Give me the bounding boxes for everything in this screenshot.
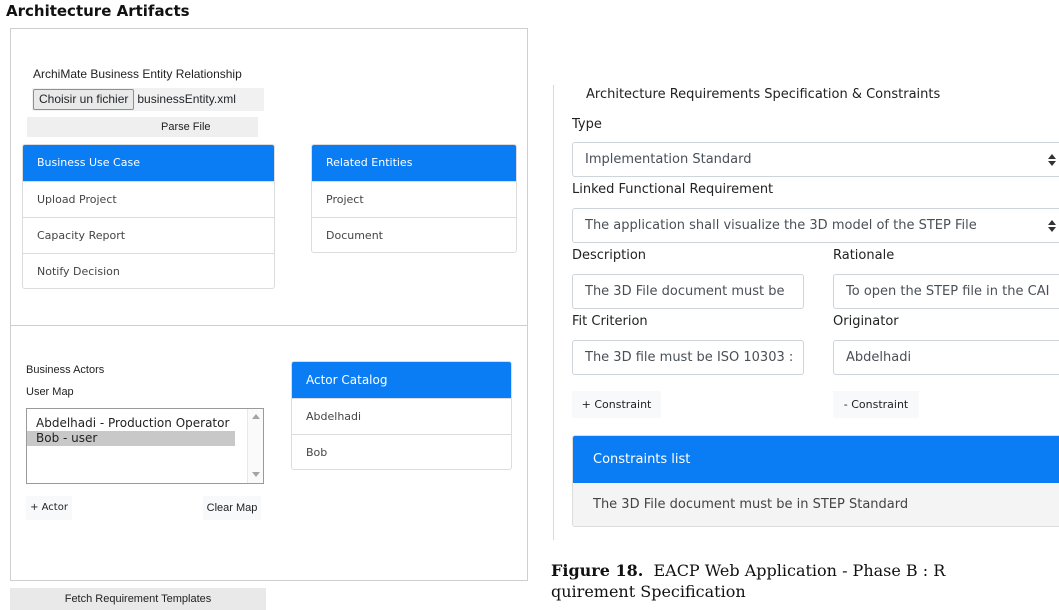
user-map-label: User Map bbox=[26, 386, 74, 398]
type-select-value: Implementation Standard bbox=[585, 152, 752, 167]
fit-criterion-input[interactable]: The 3D file must be ISO 10303 : bbox=[572, 340, 804, 375]
user-map-scrollbar[interactable] bbox=[247, 409, 263, 483]
add-constraint-button[interactable]: + Constraint bbox=[572, 391, 661, 418]
fit-criterion-label: Fit Criterion bbox=[572, 314, 648, 329]
page-title: Architecture Artifacts bbox=[6, 2, 190, 20]
linked-requirement-label: Linked Functional Requirement bbox=[572, 182, 774, 197]
constraints-list-header: Constraints list bbox=[573, 436, 1059, 483]
business-actors-label: Business Actors bbox=[26, 364, 105, 376]
originator-label: Originator bbox=[833, 314, 899, 329]
figure-caption: Figure 18. EACP Web Application - Phase … bbox=[551, 560, 945, 602]
use-case-item[interactable]: Upload Project bbox=[23, 181, 274, 217]
parse-file-button[interactable]: Parse File bbox=[27, 117, 258, 137]
figure-caption-text-2: quirement Specification bbox=[551, 582, 746, 601]
type-label: Type bbox=[572, 117, 602, 132]
use-case-item[interactable]: Capacity Report bbox=[23, 217, 274, 253]
file-name: businessEntity.xml bbox=[137, 92, 236, 106]
user-map-option[interactable]: Abdelhadi - Production Operator bbox=[27, 416, 263, 431]
select-updown-icon bbox=[1048, 220, 1056, 232]
remove-constraint-button[interactable]: - Constraint bbox=[833, 391, 919, 418]
constraints-list: Constraints list The 3D File document mu… bbox=[572, 435, 1059, 527]
requirements-section-title: Architecture Requirements Specification … bbox=[586, 87, 941, 102]
rationale-label: Rationale bbox=[833, 248, 895, 263]
type-select[interactable]: Implementation Standard bbox=[572, 142, 1059, 177]
actor-catalog-item[interactable]: Bob bbox=[292, 434, 511, 469]
linked-requirement-select[interactable]: The application shall visualize the 3D m… bbox=[572, 208, 1059, 243]
choose-file-button[interactable]: Choisir un fichier bbox=[33, 89, 135, 110]
related-entity-item[interactable]: Project bbox=[312, 181, 516, 217]
clear-map-button[interactable]: Clear Map bbox=[203, 496, 261, 520]
scroll-up-icon[interactable] bbox=[252, 414, 260, 419]
related-entity-item[interactable]: Document bbox=[312, 217, 516, 252]
user-map-option-selected[interactable]: Bob - user bbox=[27, 431, 235, 446]
scroll-down-icon[interactable] bbox=[252, 472, 260, 477]
entity-label: ArchiMate Business Entity Relationship bbox=[33, 67, 242, 81]
fetch-requirement-templates-button[interactable]: Fetch Requirement Templates bbox=[10, 588, 266, 610]
description-label: Description bbox=[572, 248, 647, 263]
actor-catalog-item[interactable]: Abdelhadi bbox=[292, 398, 511, 434]
select-updown-icon bbox=[1048, 154, 1056, 166]
actor-catalog-list: Actor Catalog Abdelhadi Bob bbox=[291, 361, 512, 470]
related-entities-list: Related Entities Project Document bbox=[311, 144, 517, 253]
rationale-input[interactable]: To open the STEP file in the CAI bbox=[833, 274, 1059, 309]
related-entities-header: Related Entities bbox=[312, 145, 516, 181]
use-case-item[interactable]: Notify Decision bbox=[23, 253, 274, 288]
actor-catalog-header: Actor Catalog bbox=[292, 362, 511, 398]
originator-input[interactable]: Abdelhadi bbox=[833, 340, 1059, 375]
linked-requirement-value: The application shall visualize the 3D m… bbox=[585, 218, 977, 233]
constraint-item[interactable]: The 3D File document must be in STEP Sta… bbox=[573, 483, 1059, 526]
figure-label: Figure 18. bbox=[551, 561, 644, 580]
add-actor-button[interactable]: + Actor bbox=[26, 496, 72, 520]
description-input[interactable]: The 3D File document must be bbox=[572, 274, 804, 309]
use-case-list: Business Use Case Upload Project Capacit… bbox=[22, 144, 275, 289]
figure-caption-text: EACP Web Application - Phase B : R bbox=[653, 561, 946, 580]
user-map-select[interactable]: Abdelhadi - Production Operator Bob - us… bbox=[26, 408, 264, 484]
use-case-header: Business Use Case bbox=[23, 145, 274, 181]
section-divider bbox=[553, 85, 554, 540]
file-input[interactable]: Choisir un fichier businessEntity.xml bbox=[32, 88, 264, 111]
